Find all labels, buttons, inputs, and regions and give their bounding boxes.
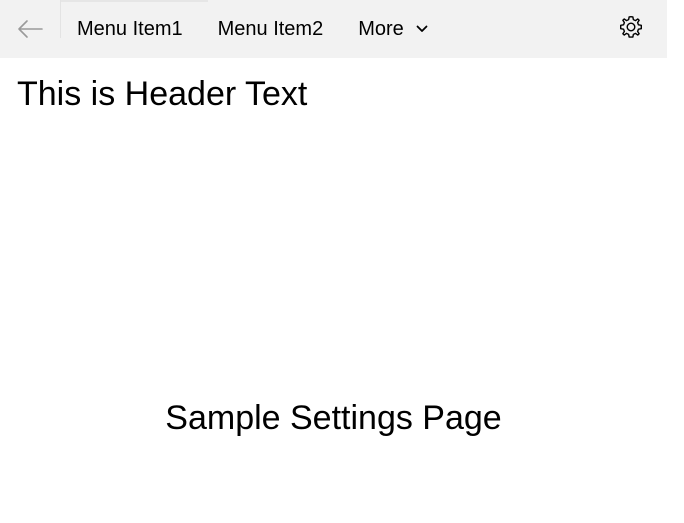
more-menu-label: More (358, 17, 404, 40)
back-button[interactable] (0, 0, 60, 58)
menu-items: Menu Item1 Menu Item2 More (60, 0, 440, 58)
back-arrow-icon (17, 19, 43, 39)
settings-button[interactable] (606, 4, 656, 54)
menu-item-2[interactable]: Menu Item2 (201, 0, 342, 58)
gear-icon (618, 14, 644, 45)
menu-item-1-label: Menu Item1 (77, 17, 183, 40)
page-header: This is Header Text (17, 75, 308, 113)
menu-item-2-label: Menu Item2 (217, 17, 324, 40)
page-content-text: Sample Settings Page (165, 399, 502, 437)
chevron-down-icon (416, 25, 428, 33)
more-menu-button[interactable]: More (341, 0, 440, 58)
menu-item-1[interactable]: Menu Item1 (60, 0, 201, 58)
navigation-bar: Menu Item1 Menu Item2 More (0, 0, 667, 58)
